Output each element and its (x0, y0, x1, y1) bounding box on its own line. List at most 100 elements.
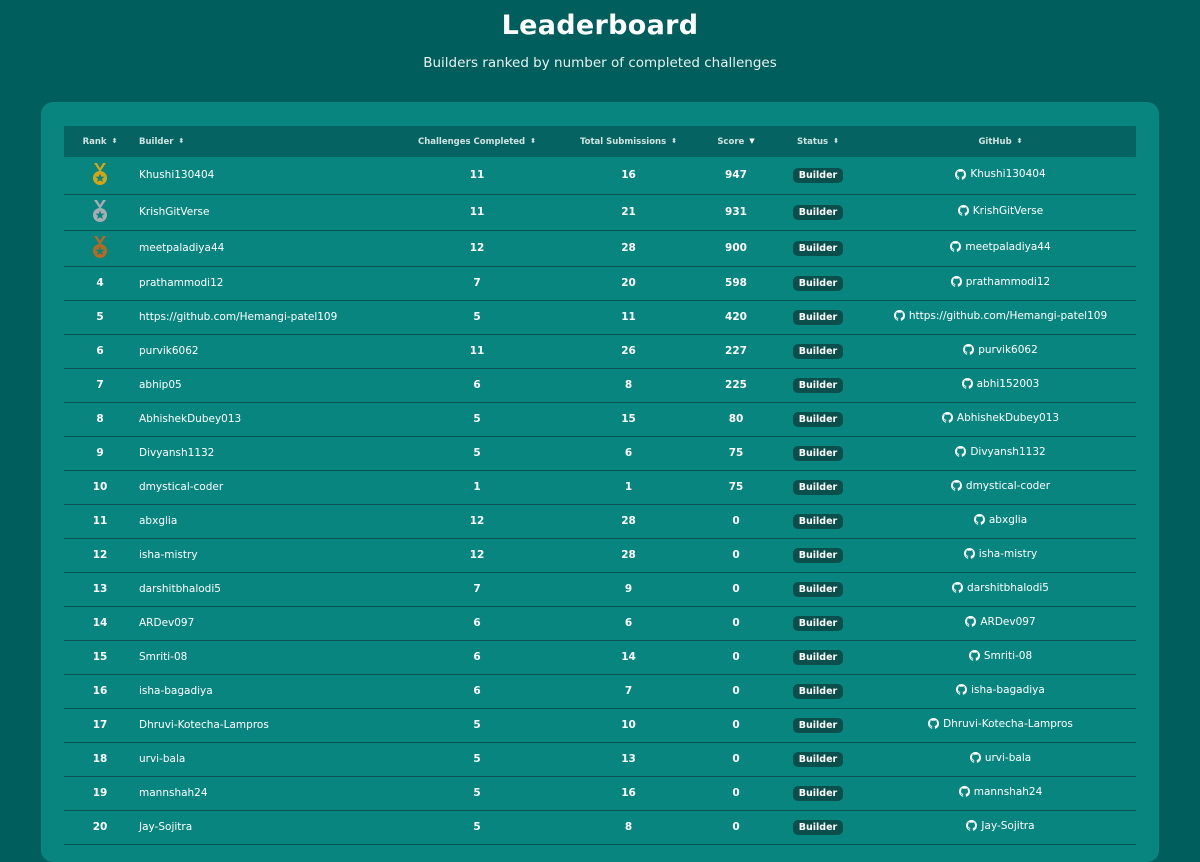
challenges-completed: 12 (469, 242, 485, 254)
github-username: Jay-Sojitra (981, 819, 1035, 832)
status-cell: Builder (771, 572, 865, 606)
builder-name[interactable]: dmystical-coder (136, 470, 398, 504)
github-link[interactable]: isha-mistry (963, 547, 1038, 560)
table-header-row: Rank ⬍ Builder ⬍ Challenges Completed ⬍ Tot… (64, 126, 1136, 157)
github-link[interactable]: Jay-Sojitra (966, 819, 1035, 832)
score: 0 (732, 787, 740, 799)
github-icon (955, 446, 967, 457)
status-cell: Builder (771, 674, 865, 708)
status-cell: Builder (771, 436, 865, 470)
column-header-challenges-completed[interactable]: Challenges Completed ⬍ (398, 126, 556, 157)
github-link[interactable]: urvi-bala (969, 752, 1031, 764)
builder-name[interactable]: KrishGitVerse (136, 194, 398, 230)
table-row: 4 prathammodi12 7 20 598 Builder prathammodi12 (64, 266, 1136, 300)
builder-name[interactable]: mannshah24 (136, 776, 398, 810)
rank-cell: 16 (92, 685, 108, 697)
challenges-completed: 12 (469, 515, 485, 527)
github-link[interactable]: dmystical-coder (950, 480, 1050, 492)
builder-name[interactable]: https://github.com/Hemangi-patel109 (136, 300, 398, 334)
github-cell: isha-mistry (865, 538, 1136, 572)
challenges-completed: 1 (473, 481, 481, 493)
rank-cell: 11 (92, 515, 108, 527)
github-cell: urvi-bala (865, 742, 1136, 776)
builder-name[interactable]: isha-bagadiya (136, 674, 398, 708)
github-link[interactable]: isha-bagadiya (956, 684, 1045, 696)
github-link[interactable]: https://github.com/Hemangi-patel109 (893, 310, 1107, 322)
score: 420 (725, 311, 747, 323)
total-submissions: 14 (621, 651, 636, 663)
score: 0 (732, 617, 740, 629)
column-header-github[interactable]: GitHub ⬍ (865, 126, 1136, 157)
builder-name[interactable]: Khushi130404 (136, 157, 398, 194)
github-link[interactable]: mannshah24 (958, 786, 1042, 798)
github-link[interactable]: abxglia (973, 514, 1027, 526)
github-link[interactable]: Divyansh1132 (955, 445, 1046, 458)
status-cell: Builder (771, 368, 865, 402)
github-username: Divyansh1132 (970, 445, 1046, 458)
sort-icon: ⬍ (178, 137, 185, 145)
leaderboard-table: Rank ⬍ Builder ⬍ Challenges Completed ⬍ Tot… (64, 126, 1136, 845)
builder-name[interactable]: abhip05 (136, 368, 398, 402)
github-link[interactable]: ARDev097 (965, 616, 1036, 628)
github-icon (966, 820, 978, 831)
builder-name[interactable]: Smriti-08 (136, 640, 398, 674)
status-badge: Builder (792, 445, 844, 461)
total-submissions: 13 (621, 753, 636, 765)
builder-name[interactable]: urvi-bala (136, 742, 398, 776)
github-link[interactable]: Smriti-08 (968, 650, 1032, 662)
status-badge: Builder (792, 683, 844, 699)
github-link[interactable]: abhi152003 (961, 378, 1039, 390)
score: 0 (732, 719, 740, 731)
builder-name[interactable]: ARDev097 (136, 606, 398, 640)
github-cell: https://github.com/Hemangi-patel109 (865, 300, 1136, 334)
github-link[interactable]: prathammodi12 (950, 276, 1050, 288)
challenges-completed: 5 (473, 753, 481, 765)
status-cell: Builder (771, 194, 865, 230)
github-icon (950, 276, 962, 287)
github-link[interactable]: KrishGitVerse (957, 204, 1044, 217)
builder-name[interactable]: Dhruvi-Kotecha-Lampros (136, 708, 398, 742)
github-cell: Dhruvi-Kotecha-Lampros (865, 708, 1136, 742)
challenges-completed: 7 (473, 583, 481, 595)
github-username: KrishGitVerse (972, 204, 1044, 217)
column-header-builder[interactable]: Builder ⬍ (136, 126, 398, 157)
github-link[interactable]: Khushi130404 (955, 168, 1046, 180)
builder-name[interactable]: Jay-Sojitra (136, 810, 398, 844)
challenges-completed: 5 (473, 787, 481, 799)
github-link[interactable]: AbhishekDubey013 (941, 412, 1059, 424)
github-link[interactable]: meetpaladiya44 (950, 241, 1051, 253)
github-username: purvik6062 (978, 343, 1038, 356)
builder-name[interactable]: darshitbhalodi5 (136, 572, 398, 606)
builder-name[interactable]: Divyansh1132 (136, 436, 398, 470)
github-cell: abxglia (865, 504, 1136, 538)
column-header-status[interactable]: Status ⬍ (771, 126, 865, 157)
column-header-rank[interactable]: Rank ⬍ (64, 126, 136, 157)
github-link[interactable]: purvik6062 (963, 344, 1038, 356)
column-header-total-submissions[interactable]: Total Submissions ⬍ (556, 126, 701, 157)
column-header-label: Total Submissions (579, 136, 667, 147)
github-link[interactable]: Dhruvi-Kotecha-Lampros (928, 718, 1073, 730)
rank-cell: 4 (96, 277, 104, 289)
github-username: isha-mistry (978, 547, 1038, 560)
builder-name[interactable]: meetpaladiya44 (136, 230, 398, 266)
rank-cell: 17 (92, 719, 108, 731)
github-cell: isha-bagadiya (865, 674, 1136, 708)
status-cell: Builder (771, 230, 865, 266)
total-submissions: 21 (621, 206, 636, 218)
builder-name[interactable]: prathammodi12 (136, 266, 398, 300)
builder-name[interactable]: purvik6062 (136, 334, 398, 368)
column-header-score[interactable]: Score ▼ (701, 126, 771, 157)
github-cell: abhi152003 (865, 368, 1136, 402)
rank-cell: 18 (92, 753, 108, 765)
column-header-label: Rank (82, 136, 107, 147)
challenges-completed: 5 (473, 447, 481, 459)
status-cell: Builder (771, 300, 865, 334)
challenges-completed: 6 (473, 379, 481, 391)
github-icon (957, 205, 969, 216)
github-link[interactable]: darshitbhalodi5 (952, 582, 1049, 594)
builder-name[interactable]: AbhishekDubey013 (136, 402, 398, 436)
rank-cell (64, 157, 136, 194)
github-cell: meetpaladiya44 (865, 230, 1136, 266)
builder-name[interactable]: abxglia (136, 504, 398, 538)
builder-name[interactable]: isha-mistry (136, 538, 398, 572)
